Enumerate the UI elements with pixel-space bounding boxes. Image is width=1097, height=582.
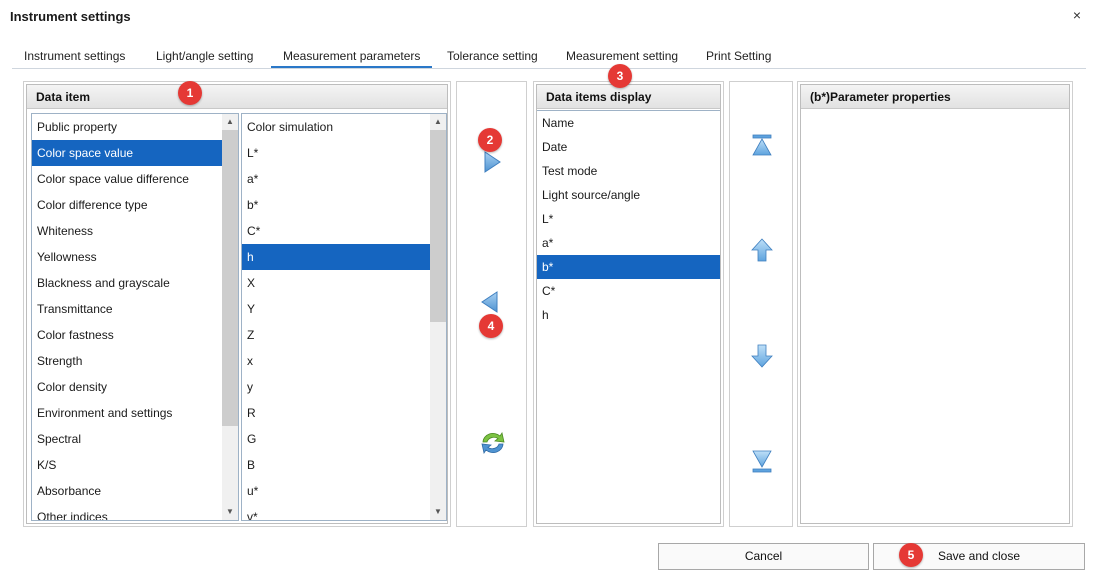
reorder-panel	[729, 81, 793, 527]
tab-instrument-settings[interactable]: Instrument settings	[12, 44, 137, 68]
display-list-item[interactable]: Name	[537, 111, 720, 135]
category-list-item[interactable]: Whiteness	[32, 218, 222, 244]
parameter-list-item[interactable]: Color simulation	[242, 114, 430, 140]
tab-print-setting[interactable]: Print Setting	[694, 44, 783, 68]
parameter-list-item[interactable]: C*	[242, 218, 430, 244]
cancel-button[interactable]: Cancel	[658, 543, 869, 570]
parameter-list-item[interactable]: u*	[242, 478, 430, 504]
category-list-item[interactable]: K/S	[32, 452, 222, 478]
category-list-item[interactable]: Environment and settings	[32, 400, 222, 426]
parameter-list-item[interactable]: x	[242, 348, 430, 374]
parameter-list-item[interactable]: B	[242, 452, 430, 478]
category-list-item[interactable]: Color space value difference	[32, 166, 222, 192]
move-up-icon[interactable]	[749, 237, 775, 263]
category-scroll-thumb[interactable]	[222, 130, 238, 426]
display-list-item[interactable]: h	[537, 303, 720, 327]
display-list-item[interactable]: a*	[537, 231, 720, 255]
category-list-item[interactable]: Yellowness	[32, 244, 222, 270]
scroll-up-icon[interactable]: ▲	[430, 114, 446, 130]
data-items-display-panel: Data items display Name Date Test mode Ligh…	[533, 81, 724, 527]
data-item-panel: Data item Public property Color space val…	[23, 81, 451, 527]
step-badge-3: 3	[608, 64, 632, 88]
category-list-item[interactable]: Spectral	[32, 426, 222, 452]
parameter-list-item[interactable]: L*	[242, 140, 430, 166]
parameter-properties-header: (b*)Parameter properties	[801, 85, 1069, 109]
scroll-down-icon[interactable]: ▼	[222, 504, 238, 520]
category-list-item[interactable]: Color space value	[32, 140, 222, 166]
data-items-display-header: Data items display	[537, 85, 720, 109]
parameter-items: Color simulationL*a*b*C*hXYZxyRGBu*v*L(H…	[242, 114, 430, 520]
data-item-header: Data item	[27, 85, 447, 109]
tab-tolerance-setting[interactable]: Tolerance setting	[435, 44, 550, 68]
parameter-list-item[interactable]: y	[242, 374, 430, 400]
scroll-up-icon[interactable]: ▲	[222, 114, 238, 130]
step-badge-1: 1	[178, 81, 202, 105]
window-title: Instrument settings	[10, 9, 131, 24]
display-list[interactable]: Name Date Test mode Light source/angle L* a* b…	[537, 110, 720, 523]
tab-bar: Instrument settings Light/angle setting …	[12, 44, 1086, 69]
parameter-list-item[interactable]: a*	[242, 166, 430, 192]
category-list-item[interactable]: Public property	[32, 114, 222, 140]
category-list-item[interactable]: Other indices	[32, 504, 222, 520]
step-badge-4: 4	[479, 314, 503, 338]
move-down-icon[interactable]	[749, 343, 775, 369]
tab-measurement-parameters[interactable]: Measurement parameters	[271, 44, 433, 68]
display-list-item[interactable]: Test mode	[537, 159, 720, 183]
display-list-item[interactable]: b*	[537, 255, 720, 279]
parameter-list[interactable]: Color simulationL*a*b*C*hXYZxyRGBu*v*L(H…	[241, 113, 447, 521]
parameter-list-item[interactable]: h	[242, 244, 430, 270]
category-list-item[interactable]: Strength	[32, 348, 222, 374]
move-bottom-icon[interactable]	[749, 448, 775, 474]
category-items: Public property Color space value Color sp…	[32, 114, 222, 520]
parameter-list-item[interactable]: Z	[242, 322, 430, 348]
close-icon[interactable]: ×	[1069, 6, 1085, 24]
parameter-list-item[interactable]: Y	[242, 296, 430, 322]
refresh-icon[interactable]	[478, 428, 508, 458]
category-list-item[interactable]: Color density	[32, 374, 222, 400]
parameter-list-item[interactable]: R	[242, 400, 430, 426]
tab-light-angle-setting[interactable]: Light/angle setting	[144, 44, 265, 68]
category-list[interactable]: Public property Color space value Color sp…	[31, 113, 239, 521]
category-list-item[interactable]: Blackness and grayscale	[32, 270, 222, 296]
arrow-right-icon[interactable]	[479, 149, 505, 175]
parameter-scrollbar[interactable]: ▲ ▼	[430, 114, 446, 520]
category-list-item[interactable]: Transmittance	[32, 296, 222, 322]
parameter-list-item[interactable]: b*	[242, 192, 430, 218]
step-badge-2: 2	[478, 128, 502, 152]
category-scrollbar[interactable]: ▲ ▼	[222, 114, 238, 520]
scroll-down-icon[interactable]: ▼	[430, 504, 446, 520]
arrow-left-icon[interactable]	[477, 289, 503, 315]
parameter-list-item[interactable]: X	[242, 270, 430, 296]
display-list-item[interactable]: L*	[537, 207, 720, 231]
step-badge-5: 5	[899, 543, 923, 567]
parameter-scroll-thumb[interactable]	[430, 130, 446, 322]
category-list-item[interactable]: Absorbance	[32, 478, 222, 504]
parameter-list-item[interactable]: v*	[242, 504, 430, 520]
move-top-icon[interactable]	[749, 133, 775, 159]
category-list-item[interactable]: Color fastness	[32, 322, 222, 348]
display-items: Name Date Test mode Light source/angle L* a* b…	[537, 111, 720, 327]
display-list-item[interactable]: Date	[537, 135, 720, 159]
display-list-item[interactable]: C*	[537, 279, 720, 303]
category-list-item[interactable]: Color difference type	[32, 192, 222, 218]
parameter-list-item[interactable]: G	[242, 426, 430, 452]
parameter-properties-panel: (b*)Parameter properties	[797, 81, 1073, 527]
display-list-item[interactable]: Light source/angle	[537, 183, 720, 207]
